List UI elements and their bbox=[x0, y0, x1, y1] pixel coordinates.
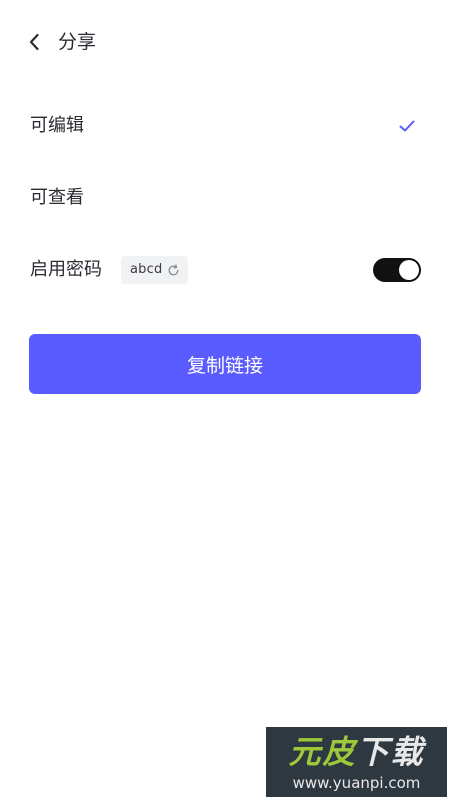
watermark-brand-part2: 下载 bbox=[356, 733, 425, 771]
watermark-brand-part1: 元皮 bbox=[288, 733, 357, 771]
share-page: 分享 可编辑 可查看 启用密码 abcd 复制链接 元皮下载 www.yuanp… bbox=[0, 0, 450, 800]
watermark-url: www.yuanpi.com bbox=[292, 774, 421, 792]
option-editable[interactable]: 可编辑 bbox=[0, 98, 450, 154]
chevron-left-icon bbox=[28, 33, 40, 51]
back-button[interactable] bbox=[22, 28, 46, 56]
watermark-brand: 元皮下载 bbox=[266, 731, 447, 773]
toggle-knob bbox=[399, 260, 419, 280]
option-label: 可编辑 bbox=[30, 115, 84, 136]
header: 分享 bbox=[0, 0, 450, 84]
check-icon bbox=[398, 117, 416, 135]
password-row: 启用密码 abcd bbox=[0, 242, 450, 298]
password-value: abcd bbox=[130, 262, 163, 277]
option-label: 可查看 bbox=[30, 187, 84, 208]
password-toggle[interactable] bbox=[373, 258, 421, 282]
option-viewable[interactable]: 可查看 bbox=[0, 170, 450, 226]
refresh-icon[interactable] bbox=[166, 263, 180, 277]
copy-link-button[interactable]: 复制链接 bbox=[29, 334, 421, 394]
watermark: 元皮下载 www.yuanpi.com bbox=[266, 727, 447, 797]
password-label: 启用密码 bbox=[30, 259, 102, 280]
page-title: 分享 bbox=[58, 31, 97, 53]
password-chip[interactable]: abcd bbox=[121, 256, 189, 284]
